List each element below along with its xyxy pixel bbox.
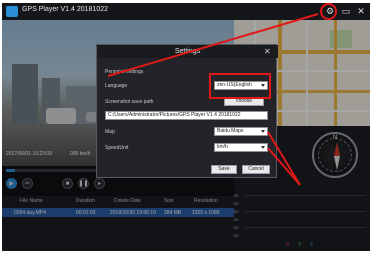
app-title: GPS Player V1.4 20181022 [22, 6, 109, 13]
map-select-value: Baidu Maps [217, 128, 244, 134]
save-button[interactable]: Save [211, 165, 237, 174]
chevron-down-icon [261, 130, 265, 133]
save-path-input[interactable]: C:/Users/Administrator/Pictures/GPS Play… [105, 111, 268, 120]
minimize-icon[interactable]: ▭ [340, 5, 352, 17]
title-bar: GPS Player V1.4 20181022 ⚙ ▭ ✕ [2, 3, 370, 20]
cancel-button[interactable]: Cancel [242, 165, 270, 174]
settings-highlight [209, 73, 271, 99]
personal-settings-heading: Personal settings [105, 69, 144, 75]
dialog-title-bar: Settings ✕ [97, 45, 278, 58]
settings-dialog: Settings ✕ Personal settings Language ze… [96, 44, 278, 178]
speed-unit-select-value: km/h [217, 144, 228, 150]
app-logo [6, 6, 18, 17]
close-icon[interactable]: ✕ [355, 5, 367, 17]
gear-highlight [320, 3, 337, 20]
screenshot-path-label: Screenshot save path [105, 99, 154, 105]
map-select[interactable]: Baidu Maps [214, 127, 268, 136]
speed-unit-select[interactable]: km/h [214, 143, 268, 152]
map-label: Map [105, 129, 115, 135]
language-label: Language [105, 83, 128, 89]
speed-unit-label: SpeedUnit [105, 145, 129, 151]
chevron-down-icon [261, 146, 265, 149]
close-icon[interactable]: ✕ [264, 47, 271, 56]
dialog-title: Settings [174, 48, 201, 55]
